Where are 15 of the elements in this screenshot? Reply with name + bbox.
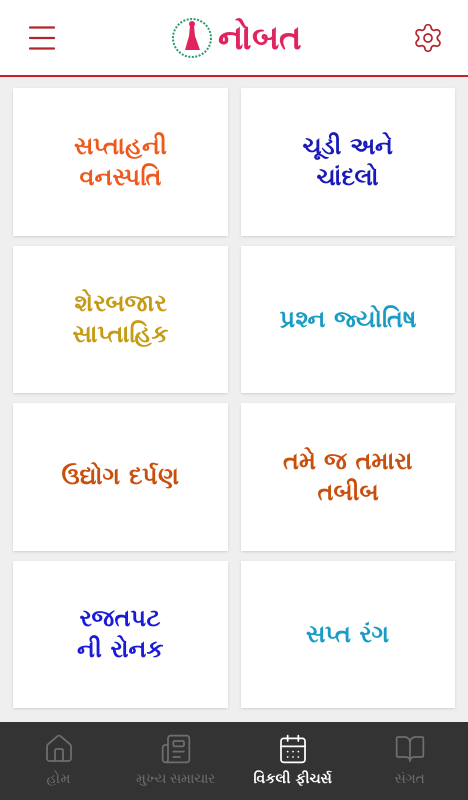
newspaper-icon bbox=[160, 732, 192, 764]
settings-icon[interactable] bbox=[412, 22, 444, 54]
feature-tile[interactable]: ઉદ્યોગ દર્પણ bbox=[13, 403, 228, 550]
feature-tile[interactable]: સપ્તાહની વનસ્પતિ bbox=[13, 88, 228, 236]
nav-tab[interactable]: મુખ્ય સમાચાર bbox=[117, 722, 234, 800]
feature-tile[interactable]: શેરબજાર સાપ્તાહિક bbox=[13, 246, 228, 393]
app-logo: નોબત bbox=[218, 20, 302, 54]
feature-tile[interactable]: ચૂડી અને ચાંદલો bbox=[240, 88, 455, 236]
nav-tab[interactable]: હોમ bbox=[0, 722, 117, 800]
feature-tile[interactable]: તમે જ તમારા તબીબ bbox=[240, 403, 455, 550]
feature-tile[interactable]: પ્રશ્ન જ્યોતિષ bbox=[240, 246, 455, 393]
feature-tile[interactable]: રજતપટ ની રોનક bbox=[13, 560, 228, 708]
feature-tile[interactable]: સપ્ત રંગ bbox=[240, 560, 455, 708]
nav-tab[interactable]: સંગત bbox=[351, 722, 468, 800]
nav-tab[interactable]: વિકલી ફીચર્સ bbox=[234, 722, 351, 800]
